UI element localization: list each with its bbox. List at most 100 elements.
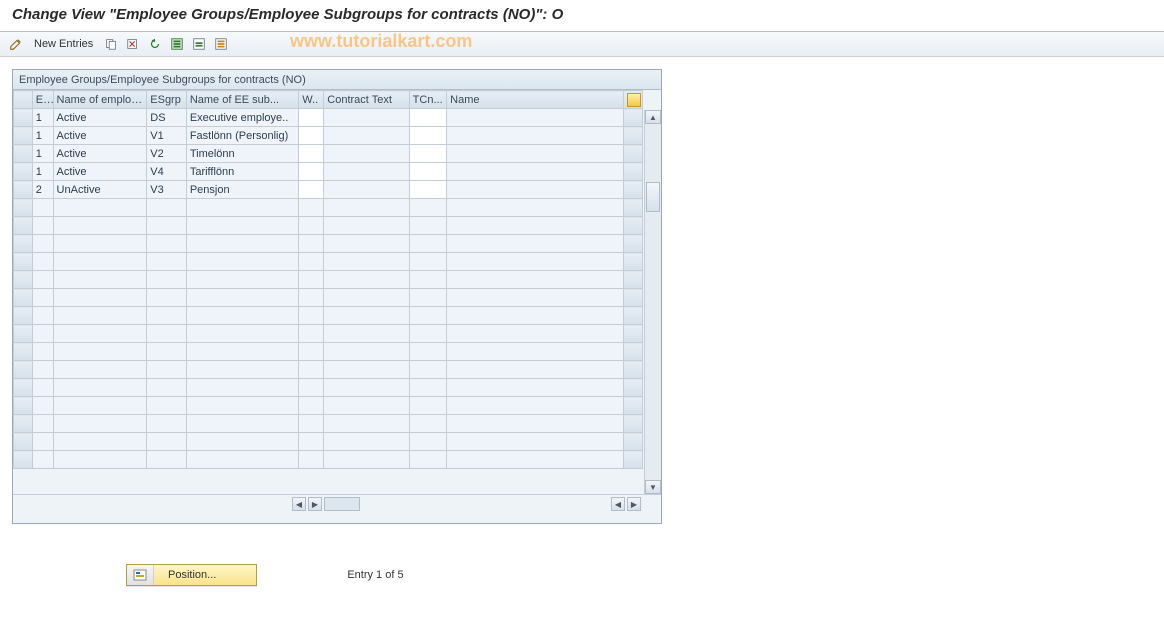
cell[interactable]	[299, 433, 324, 451]
hscroll-left-2-icon[interactable]: ◀	[611, 497, 625, 511]
scroll-up-arrow-icon[interactable]: ▲	[645, 110, 661, 124]
vertical-scrollbar[interactable]: ▲ ▼	[644, 110, 661, 494]
cell	[324, 109, 409, 127]
cell	[447, 307, 624, 325]
table-row[interactable]	[14, 289, 643, 307]
cell[interactable]	[409, 451, 446, 469]
cell[interactable]	[409, 397, 446, 415]
col-tcn[interactable]: TCn...	[409, 91, 446, 109]
col-e[interactable]: E...	[32, 91, 53, 109]
cell[interactable]	[299, 379, 324, 397]
position-button[interactable]: Position...	[126, 564, 257, 586]
cell	[447, 181, 624, 199]
cell[interactable]	[409, 343, 446, 361]
cell	[14, 343, 33, 361]
table-row[interactable]	[14, 325, 643, 343]
new-entries-button[interactable]: New Entries	[30, 38, 97, 50]
table-row[interactable]: 1ActiveV4Tarifflönn	[14, 163, 643, 181]
cell[interactable]	[409, 181, 446, 199]
cell[interactable]	[299, 163, 324, 181]
cell[interactable]	[409, 145, 446, 163]
cell[interactable]	[409, 127, 446, 145]
cell[interactable]	[409, 271, 446, 289]
select-block-icon[interactable]	[191, 36, 207, 52]
hscroll-left-icon[interactable]: ◀	[292, 497, 306, 511]
toggle-display-change-icon[interactable]	[8, 36, 24, 52]
table-row[interactable]: 1ActiveV1Fastlönn (Personlig)	[14, 127, 643, 145]
data-grid[interactable]: E... Name of employ... ESgrp Name of EE …	[13, 90, 643, 469]
table-row[interactable]	[14, 217, 643, 235]
cell[interactable]	[299, 343, 324, 361]
cell[interactable]	[299, 307, 324, 325]
table-row[interactable]: 2UnActiveV3Pensjon	[14, 181, 643, 199]
cell[interactable]	[409, 217, 446, 235]
cell	[32, 325, 53, 343]
cell[interactable]	[299, 271, 324, 289]
cell: Tarifflönn	[186, 163, 298, 181]
cell[interactable]	[299, 127, 324, 145]
col-name-ee-sub[interactable]: Name of EE sub...	[186, 91, 298, 109]
cell[interactable]	[409, 199, 446, 217]
horizontal-scroll-row: ◀ ▶ ◀ ▶	[13, 494, 661, 513]
table-row[interactable]	[14, 451, 643, 469]
copy-as-icon[interactable]	[103, 36, 119, 52]
table-row[interactable]: 1ActiveV2Timelönn	[14, 145, 643, 163]
cell[interactable]	[409, 235, 446, 253]
hscroll-right-2-icon[interactable]: ▶	[627, 497, 641, 511]
hscroll-track-1[interactable]	[324, 497, 360, 511]
cell[interactable]	[299, 361, 324, 379]
cell	[32, 289, 53, 307]
cell[interactable]	[299, 325, 324, 343]
table-row[interactable]	[14, 307, 643, 325]
cell[interactable]	[299, 145, 324, 163]
col-selector[interactable]	[14, 91, 33, 109]
table-row[interactable]	[14, 397, 643, 415]
cell	[447, 451, 624, 469]
table-row[interactable]	[14, 361, 643, 379]
cell[interactable]	[409, 379, 446, 397]
cell[interactable]	[409, 163, 446, 181]
cell[interactable]	[299, 253, 324, 271]
table-row[interactable]	[14, 199, 643, 217]
cell[interactable]	[409, 433, 446, 451]
table-row[interactable]	[14, 271, 643, 289]
table-row[interactable]	[14, 379, 643, 397]
cell[interactable]	[299, 217, 324, 235]
delete-icon[interactable]	[125, 36, 141, 52]
cell[interactable]	[299, 415, 324, 433]
hscroll-right-icon[interactable]: ▶	[308, 497, 322, 511]
col-esgrp[interactable]: ESgrp	[147, 91, 187, 109]
cell[interactable]	[409, 289, 446, 307]
cell[interactable]	[409, 253, 446, 271]
table-row[interactable]	[14, 433, 643, 451]
cell[interactable]	[299, 397, 324, 415]
select-all-icon[interactable]	[169, 36, 185, 52]
table-row[interactable]	[14, 253, 643, 271]
cell[interactable]	[409, 325, 446, 343]
scroll-track[interactable]	[645, 124, 661, 480]
cell[interactable]	[299, 181, 324, 199]
cell[interactable]	[299, 235, 324, 253]
cell[interactable]	[299, 289, 324, 307]
col-name-employ[interactable]: Name of employ...	[53, 91, 147, 109]
undo-change-icon[interactable]	[147, 36, 163, 52]
table-row[interactable]	[14, 343, 643, 361]
cell[interactable]	[299, 199, 324, 217]
cell[interactable]	[299, 451, 324, 469]
col-config-button[interactable]	[624, 91, 643, 109]
cell[interactable]	[409, 361, 446, 379]
table-row[interactable]: 1ActiveDSExecutive employe..	[14, 109, 643, 127]
table-row[interactable]	[14, 415, 643, 433]
table-row[interactable]	[14, 235, 643, 253]
col-contract-text[interactable]: Contract Text	[324, 91, 409, 109]
cell[interactable]	[409, 415, 446, 433]
cell[interactable]	[409, 109, 446, 127]
col-name[interactable]: Name	[447, 91, 624, 109]
scroll-thumb[interactable]	[646, 182, 660, 212]
cell[interactable]	[299, 109, 324, 127]
scroll-down-arrow-icon[interactable]: ▼	[645, 480, 661, 494]
cell[interactable]	[409, 307, 446, 325]
table-settings-icon[interactable]	[627, 93, 641, 107]
deselect-all-icon[interactable]	[213, 36, 229, 52]
col-w[interactable]: W..	[299, 91, 324, 109]
